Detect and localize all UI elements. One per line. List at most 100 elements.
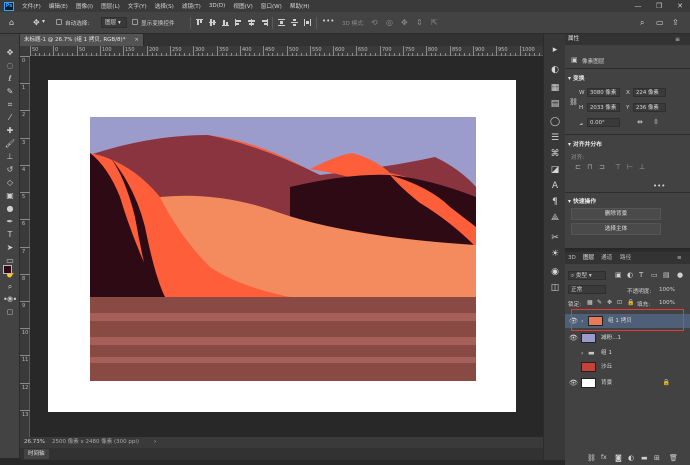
link-layers-icon[interactable]: ⛓ xyxy=(587,454,596,462)
menu-filter[interactable]: 滤镜(T) xyxy=(182,2,201,10)
channels-icon[interactable]: ◫ xyxy=(549,282,561,294)
menu-select[interactable]: 选择(S) xyxy=(155,2,174,10)
panel-menu-icon[interactable]: ≡ xyxy=(675,34,680,45)
align-hcenter-icon[interactable]: ⊓ xyxy=(587,163,592,171)
quick-mask-icon[interactable]: ◍ xyxy=(3,294,17,305)
search-icon[interactable]: ⌕ xyxy=(640,18,644,28)
tab-channels[interactable]: 通道 xyxy=(601,252,612,264)
filter-toggle-icon[interactable]: ● xyxy=(677,271,683,279)
move-tool-icon[interactable]: ✥ xyxy=(3,47,17,58)
remove-background-button[interactable]: 删除背景 xyxy=(571,208,661,220)
crop-tool-icon[interactable]: ⌗ xyxy=(3,99,17,110)
layer-row[interactable]: 👁 背景 🔒 xyxy=(565,376,690,390)
desert-artwork[interactable] xyxy=(90,117,476,381)
align-hcenter-icon[interactable] xyxy=(248,19,255,26)
align-right-icon[interactable]: ⊐ xyxy=(599,163,605,171)
tab-timeline[interactable]: 时间轴 xyxy=(24,449,49,459)
lock-all-icon[interactable]: 🔒 xyxy=(627,299,634,306)
align-bottom-icon[interactable] xyxy=(222,19,229,26)
3d-roll-icon[interactable]: ◎ xyxy=(386,18,393,27)
adjustments-icon[interactable]: ◪ xyxy=(549,164,561,176)
visibility-eye-icon[interactable]: 👁 xyxy=(569,349,578,357)
tab-paths[interactable]: 路径 xyxy=(620,252,631,264)
height-field[interactable]: 2033 像素 xyxy=(587,103,620,112)
align-left-icon[interactable] xyxy=(235,19,242,26)
flip-vertical-icon[interactable]: ⇳ xyxy=(653,118,659,126)
distribute-top-icon[interactable] xyxy=(278,19,285,26)
menu-edit[interactable]: 编辑(E) xyxy=(49,2,68,10)
align-bottom-icon[interactable]: ⊥ xyxy=(639,163,645,171)
layer-row[interactable]: 👁 减粉...1 xyxy=(565,331,690,345)
layer-name[interactable]: 背景 xyxy=(601,376,612,390)
quick-actions-title[interactable]: ▾ 快速操作 xyxy=(568,196,596,205)
filter-smart-object-icon[interactable]: ▤ xyxy=(663,271,670,279)
path-select-icon[interactable]: ➤ xyxy=(3,242,17,253)
home-icon[interactable]: ⌂ xyxy=(9,18,14,27)
workspace-icon[interactable]: ▭ xyxy=(656,18,664,27)
share-icon[interactable]: ⇪ xyxy=(672,18,679,27)
distribute-left-icon[interactable] xyxy=(304,19,311,26)
maximize-button[interactable]: ❐ xyxy=(649,0,669,12)
menu-image[interactable]: 图像(I) xyxy=(76,2,93,10)
libraries-icon[interactable]: ☰ xyxy=(549,132,561,144)
align-vcenter-icon[interactable]: ⊢ xyxy=(627,163,633,171)
zoom-tool-icon[interactable]: ⌕ xyxy=(3,281,17,292)
align-vcenter-icon[interactable] xyxy=(209,19,216,26)
menu-layer[interactable]: 图层(L) xyxy=(101,2,120,10)
close-tab-icon[interactable]: × xyxy=(134,34,139,46)
tab-layers[interactable]: 图层 xyxy=(583,252,594,264)
close-window-button[interactable]: ✕ xyxy=(670,0,690,12)
filter-adjustment-icon[interactable]: ◐ xyxy=(627,271,633,279)
select-subject-button[interactable]: 选择主体 xyxy=(571,223,661,235)
lock-image-icon[interactable]: ✎ xyxy=(597,299,602,306)
chevron-down-icon[interactable]: ▾ xyxy=(42,18,45,25)
new-layer-icon[interactable]: ⊞ xyxy=(654,454,660,462)
show-transform-checkbox[interactable] xyxy=(132,19,138,25)
quick-select-tool-icon[interactable]: ✎ xyxy=(3,86,17,97)
move-tool-icon[interactable]: ✥ xyxy=(33,18,40,27)
3d-slide-icon[interactable]: ⇕ xyxy=(416,18,423,27)
filter-type-icon[interactable]: T xyxy=(639,271,643,279)
minimize-button[interactable]: — xyxy=(628,0,648,12)
document-tab[interactable]: 未标题-1 @ 26.7% (组 1 拷贝, RGB/8)* × xyxy=(20,34,144,46)
layer-name[interactable]: 沙丘 xyxy=(601,360,612,374)
align-left-icon[interactable]: ⊏ xyxy=(575,163,581,171)
gradient-tool-icon[interactable]: ▣ xyxy=(3,190,17,201)
fx-icon[interactable]: fx xyxy=(601,454,607,461)
screen-mode-icon[interactable]: ▢ xyxy=(3,307,17,318)
visibility-eye-icon[interactable]: 👁 xyxy=(569,379,578,387)
lock-position-icon[interactable]: ✥ xyxy=(607,299,612,306)
healing-brush-icon[interactable]: ✚ xyxy=(3,125,17,136)
visibility-eye-icon[interactable]: 👁 xyxy=(569,334,578,342)
align-section-title[interactable]: ▾ 对齐并分布 xyxy=(568,139,602,148)
filter-shape-icon[interactable]: ▭ xyxy=(651,271,658,279)
auto-select-checkbox[interactable] xyxy=(56,19,62,25)
filter-kind-dropdown[interactable]: ⌕ 类型 ▾ xyxy=(568,271,606,280)
menu-type[interactable]: 文字(Y) xyxy=(128,2,147,10)
link-icon[interactable]: ⛓ xyxy=(569,98,578,106)
layer-name[interactable]: 减粉...1 xyxy=(601,331,621,345)
3d-scale-icon[interactable]: ⇱ xyxy=(431,18,438,27)
blend-mode-dropdown[interactable]: 正常 xyxy=(568,285,606,294)
color-icon[interactable]: ◐ xyxy=(549,64,561,76)
brush-tool-icon[interactable]: 🖌 xyxy=(3,138,17,149)
panel-menu-icon[interactable]: ≡ xyxy=(677,252,682,264)
adjustment-layer-icon[interactable]: ◐ xyxy=(628,454,634,462)
visibility-eye-icon[interactable]: 👁 xyxy=(569,363,578,371)
history-icon[interactable]: ▸ xyxy=(549,44,561,56)
menu-help[interactable]: 帮助(H) xyxy=(290,2,310,10)
angle-field[interactable]: 0.00° xyxy=(587,118,620,127)
delete-layer-icon[interactable]: 🗑 xyxy=(669,454,678,462)
auto-select-dropdown[interactable]: 图层 ▾ xyxy=(101,17,127,28)
tab-3d[interactable]: 3D xyxy=(568,252,576,264)
lock-transparent-icon[interactable]: ▦ xyxy=(587,299,593,306)
menu-view[interactable]: 视图(V) xyxy=(233,2,252,10)
layer-row[interactable]: 👁 沙丘 xyxy=(565,360,690,374)
lock-artboard-icon[interactable]: ⊡ xyxy=(617,299,622,306)
pen-tool-icon[interactable]: ✒ xyxy=(3,216,17,227)
layer-row[interactable]: 👁 › ▬ 组 1 xyxy=(565,346,690,360)
learn-icon[interactable]: ◯ xyxy=(549,116,561,128)
distribute-vcenter-icon[interactable] xyxy=(291,19,298,26)
width-field[interactable]: 3080 像素 xyxy=(587,88,620,97)
more-align-button[interactable]: ••• xyxy=(653,182,665,190)
